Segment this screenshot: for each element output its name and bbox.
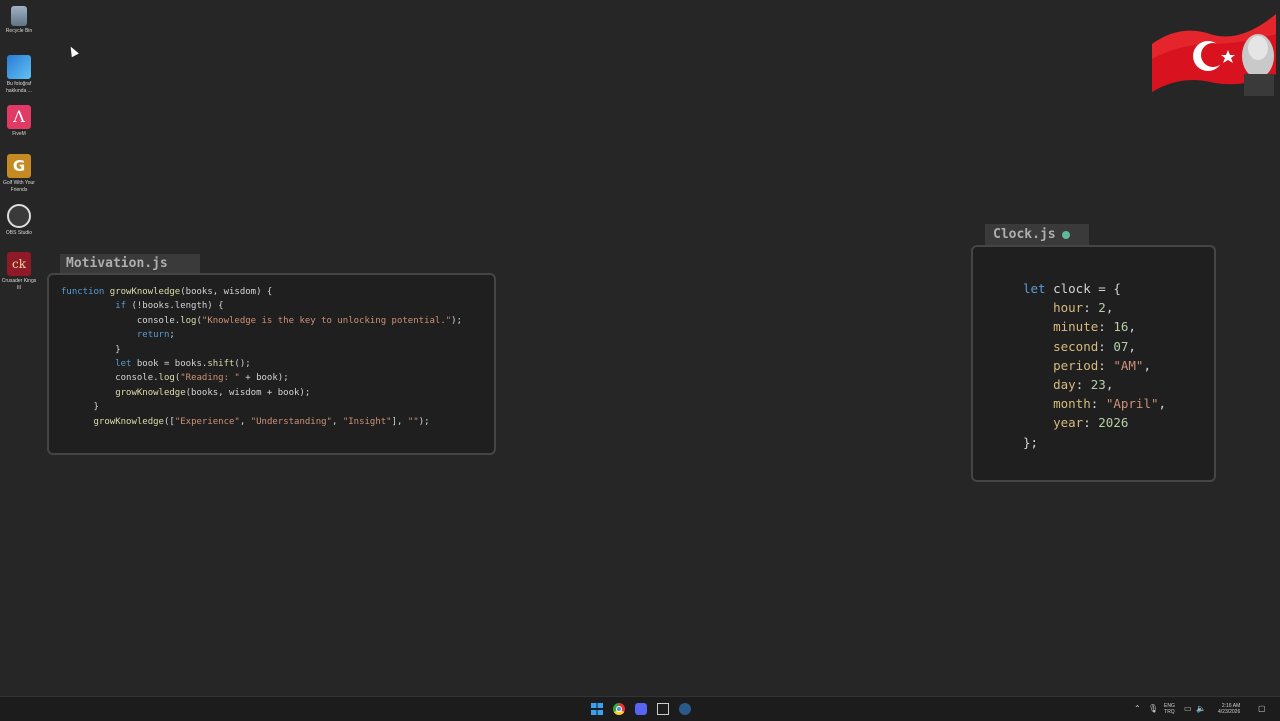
- recycle-bin-icon: [11, 6, 27, 26]
- clock-period-value: "AM": [1113, 357, 1144, 373]
- photo-info-icon: [7, 55, 31, 79]
- notification-icon[interactable]: ▢: [1258, 700, 1266, 718]
- desktop-icon-label: Bu fotoğraf hakkında ...: [6, 81, 32, 94]
- clock-period-key: period: [1053, 357, 1099, 373]
- desktop-icon-obs[interactable]: OBS Studio: [1, 204, 37, 237]
- discord-icon[interactable]: [635, 703, 647, 715]
- crusader-kings-icon: ck: [7, 252, 31, 276]
- chrome-icon[interactable]: [613, 703, 625, 715]
- chevron-up-icon[interactable]: ⌃: [1134, 700, 1141, 718]
- clock-code-window: let clock = { hour: 2, minute: 16, secon…: [971, 245, 1216, 482]
- desktop-icon-golf[interactable]: G Golf With Your Friends: [1, 154, 37, 194]
- tab-clock-title: Clock.js: [993, 227, 1056, 242]
- tab-clock-js[interactable]: Clock.js: [985, 224, 1089, 246]
- clock-minute-key: minute: [1053, 319, 1099, 335]
- motivation-code-window: function growKnowledge(books, wisdom) { …: [47, 273, 496, 455]
- golf-icon: G: [7, 154, 31, 178]
- clock-second-key: second: [1053, 338, 1099, 354]
- desktop-icon-label: OBS Studio: [5, 230, 33, 236]
- desktop-icon-photo-info[interactable]: Bu fotoğraf hakkında ...: [1, 55, 37, 95]
- desktop-icon-fivem[interactable]: Λ FiveM: [1, 105, 37, 138]
- language-indicator[interactable]: ENG TRQ: [1164, 703, 1175, 715]
- clock-hour-value: 2: [1098, 300, 1106, 316]
- clock-month-key: month: [1053, 396, 1091, 412]
- clock-minute-value: 16: [1113, 319, 1129, 335]
- app-icon[interactable]: [657, 703, 669, 715]
- clock-day-value: 23: [1090, 377, 1106, 393]
- windows-start-icon[interactable]: [591, 703, 603, 715]
- clock-day-key: day: [1053, 377, 1076, 393]
- mouse-cursor-icon: [67, 44, 79, 58]
- desktop-icon-label: Recycle Bin: [5, 28, 33, 34]
- clock-hour-key: hour: [1053, 300, 1084, 316]
- desktop-icon-label: Golf With Your Friends: [3, 180, 35, 193]
- obs-icon: [7, 204, 31, 228]
- tab-motivation-js[interactable]: Motivation.js: [60, 254, 200, 273]
- taskbar: ⌃ 🎙 ENG TRQ ▭ 🔈 2:16 AM 4/23/2026 ▢: [0, 696, 1280, 721]
- desktop-icon-crusader-kings[interactable]: ck Crusader Kings III: [1, 252, 37, 292]
- clock-year-key: year: [1053, 415, 1084, 431]
- clock-year-value: 2026: [1098, 415, 1129, 431]
- status-dot-icon: [1061, 230, 1070, 239]
- clock-month-value: "April": [1105, 396, 1159, 412]
- fivem-icon: Λ: [7, 105, 31, 129]
- desktop-icon-label: FiveM: [12, 131, 26, 137]
- desktop-icon-recycle-bin[interactable]: Recycle Bin: [1, 6, 37, 35]
- turkish-flag-image: [1152, 14, 1276, 96]
- microphone-icon[interactable]: 🎙: [1148, 700, 1158, 718]
- taskbar-clock[interactable]: 2:16 AM 4/23/2026: [1218, 703, 1240, 715]
- clock-code: let clock = { hour: 2, minute: 16, secon…: [1023, 281, 1167, 450]
- desktop-icon-label: Crusader Kings III: [1, 278, 37, 291]
- steam-icon[interactable]: [679, 703, 691, 715]
- network-icon[interactable]: ▭: [1184, 700, 1192, 718]
- speaker-icon[interactable]: 🔈: [1196, 700, 1206, 718]
- clock-second-value: 07: [1113, 338, 1129, 354]
- system-tray: ⌃ 🎙 ENG TRQ ▭ 🔈 2:16 AM 4/23/2026 ▢: [1132, 700, 1272, 718]
- motivation-code: function growKnowledge(books, wisdom) { …: [61, 287, 462, 427]
